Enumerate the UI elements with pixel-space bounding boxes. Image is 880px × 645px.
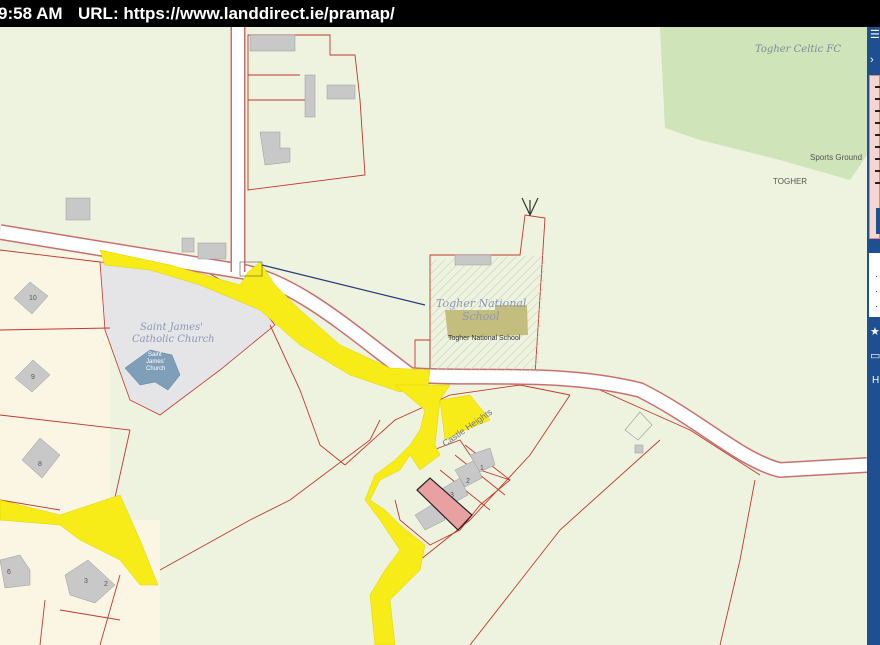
label-church-title-1: Saint James' [140,322,203,333]
label-unit-3: 3 [450,492,454,499]
label-house-9: 9 [31,374,35,381]
info-box-button[interactable] [876,208,880,234]
label-church-sub-1: Saint [148,352,162,358]
label-unit-1: 1 [480,465,484,472]
label-house-3: 3 [84,578,88,585]
url-label: URL: [78,4,119,23]
info-box [869,75,880,239]
label-school-sub: Togher National School [448,335,521,342]
label-togher: TOGHER [773,177,807,186]
label-church-sub-2: James' [146,359,165,365]
url-value: https://www.landdirect.ie/pramap/ [123,4,395,23]
label-sports-ground: Sports Ground [810,153,862,162]
label-house-6: 6 [7,569,11,576]
star-icon[interactable]: ★ [870,327,880,338]
label-house-10: 10 [29,295,37,302]
label-church-title-2: Catholic Church [132,334,215,345]
map-canvas[interactable]: Togher Celtic FC Sports Ground TOGHER To… [0,27,867,645]
browser-bar: 9:58 AM URL: https://www.landdirect.ie/p… [0,0,880,27]
label-house-8: 8 [38,461,42,468]
menu-icon[interactable]: ☰ [870,30,880,41]
label-unit-2: 2 [466,478,470,485]
label-togher-celtic-fc: Togher Celtic FC [755,44,841,55]
label-school-title-2: School [462,310,500,323]
chevron-right-icon[interactable]: › [870,55,874,66]
clock-time: 9:58 AM [0,4,63,23]
side-panel: ☰ › · · · ★ ▭ H [867,27,880,645]
label-house-2: 2 [104,581,108,588]
help-link[interactable]: H [872,375,879,386]
print-icon[interactable]: ▭ [870,351,880,362]
label-church-sub-3: Church [146,366,165,372]
label-school-title-1: Togher National [436,297,527,310]
search-panel[interactable]: · · · [869,253,880,317]
url-display: URL: https://www.landdirect.ie/pramap/ [78,0,395,27]
